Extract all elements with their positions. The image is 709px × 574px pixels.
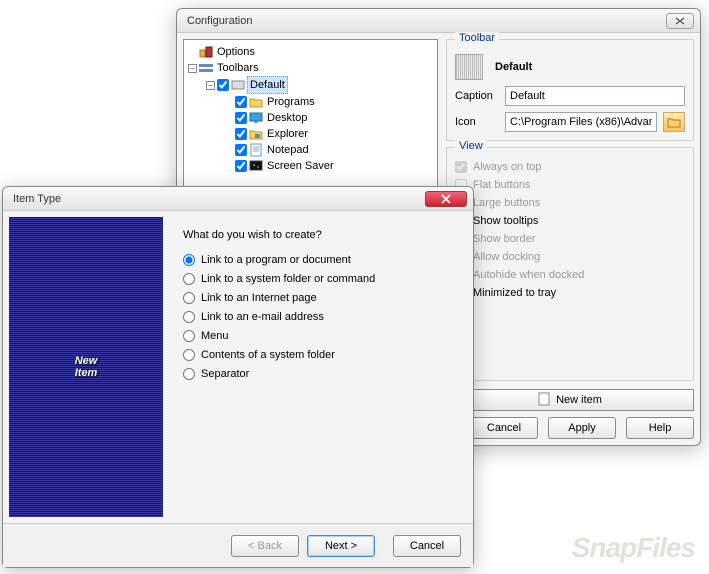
- item-type-option[interactable]: Link to an Internet page: [183, 289, 459, 306]
- view-option-label: Minimized to tray: [473, 287, 556, 299]
- view-option-label: Large buttons: [473, 197, 540, 209]
- config-title: Configuration: [187, 15, 252, 27]
- view-group: View Always on topFlat buttonsLarge butt…: [446, 147, 694, 381]
- item-type-radio[interactable]: [183, 330, 195, 342]
- item-type-label: Link to a program or document: [201, 254, 351, 266]
- toolbar-group: Toolbar Default Caption Icon: [446, 39, 694, 141]
- notepad-icon: [249, 143, 263, 157]
- item-type-label: Separator: [201, 368, 249, 380]
- close-button[interactable]: [425, 191, 467, 207]
- view-option: Always on top: [455, 158, 685, 176]
- toolbar-preview-icon: [455, 54, 483, 80]
- view-option-label: Flat buttons: [473, 179, 530, 191]
- view-option[interactable]: Show tooltips: [455, 212, 685, 230]
- view-option-label: Autohide when docked: [473, 269, 584, 281]
- screensaver-icon: [249, 159, 263, 173]
- wizard-side-panel: New Item: [9, 217, 163, 517]
- expander-icon[interactable]: −: [188, 64, 197, 73]
- view-option: Autohide when docked: [455, 266, 685, 284]
- toolbar-name: Default: [495, 61, 532, 73]
- back-button[interactable]: < Back: [231, 535, 299, 557]
- tree-item[interactable]: Desktop: [265, 110, 309, 126]
- tree-default[interactable]: Default: [247, 76, 288, 94]
- view-option[interactable]: Minimized to tray: [455, 284, 685, 302]
- view-option-label: Show border: [473, 233, 535, 245]
- icon-label: Icon: [455, 116, 499, 128]
- folder-icon: [249, 95, 263, 109]
- item-type-label: Menu: [201, 330, 229, 342]
- item-type-option[interactable]: Link to a system folder or command: [183, 270, 459, 287]
- view-option: Flat buttons: [455, 176, 685, 194]
- next-button[interactable]: Next >: [307, 535, 375, 557]
- options-icon: [199, 45, 213, 59]
- item-type-label: Link to an e-mail address: [201, 311, 324, 323]
- wizard-titlebar[interactable]: Item Type: [3, 187, 473, 211]
- config-titlebar[interactable]: Configuration: [177, 9, 700, 33]
- tree-item[interactable]: Screen Saver: [265, 158, 336, 174]
- tree-checkbox[interactable]: [235, 128, 247, 140]
- explorer-icon: [249, 127, 263, 141]
- caption-input[interactable]: [505, 86, 685, 106]
- watermark: SnapFiles: [572, 532, 695, 564]
- view-checkbox: [455, 161, 467, 173]
- item-type-wizard: Item Type New Item What do you wish to c…: [2, 186, 474, 568]
- item-type-option[interactable]: Link to an e-mail address: [183, 308, 459, 325]
- item-type-label: Contents of a system folder: [201, 349, 335, 361]
- item-type-option[interactable]: Menu: [183, 327, 459, 344]
- cancel-button[interactable]: Cancel: [393, 535, 461, 557]
- close-button[interactable]: [666, 13, 694, 29]
- new-item-label: New item: [556, 394, 602, 406]
- browse-button[interactable]: [663, 112, 685, 132]
- view-option: Allow docking: [455, 248, 685, 266]
- cancel-button[interactable]: Cancel: [470, 417, 538, 439]
- tree-item[interactable]: Programs: [265, 94, 317, 110]
- view-option-label: Show tooltips: [473, 215, 538, 227]
- view-option-label: Always on top: [473, 161, 541, 173]
- apply-button[interactable]: Apply: [548, 417, 616, 439]
- expander-icon[interactable]: −: [206, 81, 215, 90]
- item-type-option[interactable]: Separator: [183, 365, 459, 382]
- desktop-icon: [249, 111, 263, 125]
- item-type-option[interactable]: Contents of a system folder: [183, 346, 459, 363]
- tree-checkbox[interactable]: [235, 160, 247, 172]
- view-legend: View: [455, 140, 487, 152]
- item-type-radio[interactable]: [183, 273, 195, 285]
- item-type-radio[interactable]: [183, 311, 195, 323]
- caption-label: Caption: [455, 90, 499, 102]
- toolbar-legend: Toolbar: [455, 32, 499, 44]
- tree-checkbox[interactable]: [235, 144, 247, 156]
- wizard-question: What do you wish to create?: [183, 229, 459, 241]
- tree-toolbars[interactable]: Toolbars: [215, 60, 261, 76]
- item-type-option[interactable]: Link to a program or document: [183, 251, 459, 268]
- tree-checkbox[interactable]: [235, 112, 247, 124]
- side-text-2: Item: [75, 367, 98, 379]
- new-item-button[interactable]: New item: [446, 389, 694, 411]
- item-type-label: Link to an Internet page: [201, 292, 317, 304]
- item-type-radio[interactable]: [183, 349, 195, 361]
- toolbar-icon: [231, 78, 245, 92]
- view-option: Large buttons: [455, 194, 685, 212]
- tree-options[interactable]: Options: [215, 44, 257, 60]
- item-type-label: Link to a system folder or command: [201, 273, 375, 285]
- document-icon: [538, 392, 550, 409]
- icon-path-input[interactable]: [505, 112, 657, 132]
- tree-checkbox[interactable]: [235, 96, 247, 108]
- wizard-title: Item Type: [13, 193, 61, 205]
- tree-item[interactable]: Notepad: [265, 142, 311, 158]
- view-option-label: Allow docking: [473, 251, 540, 263]
- item-type-radio[interactable]: [183, 254, 195, 266]
- item-type-radio[interactable]: [183, 292, 195, 304]
- tree-item[interactable]: Explorer: [265, 126, 310, 142]
- item-type-radio[interactable]: [183, 368, 195, 380]
- side-text-1: New: [75, 355, 98, 367]
- view-option: Show border: [455, 230, 685, 248]
- help-button[interactable]: Help: [626, 417, 694, 439]
- toolbars-icon: [199, 61, 213, 75]
- tree-checkbox[interactable]: [217, 79, 229, 91]
